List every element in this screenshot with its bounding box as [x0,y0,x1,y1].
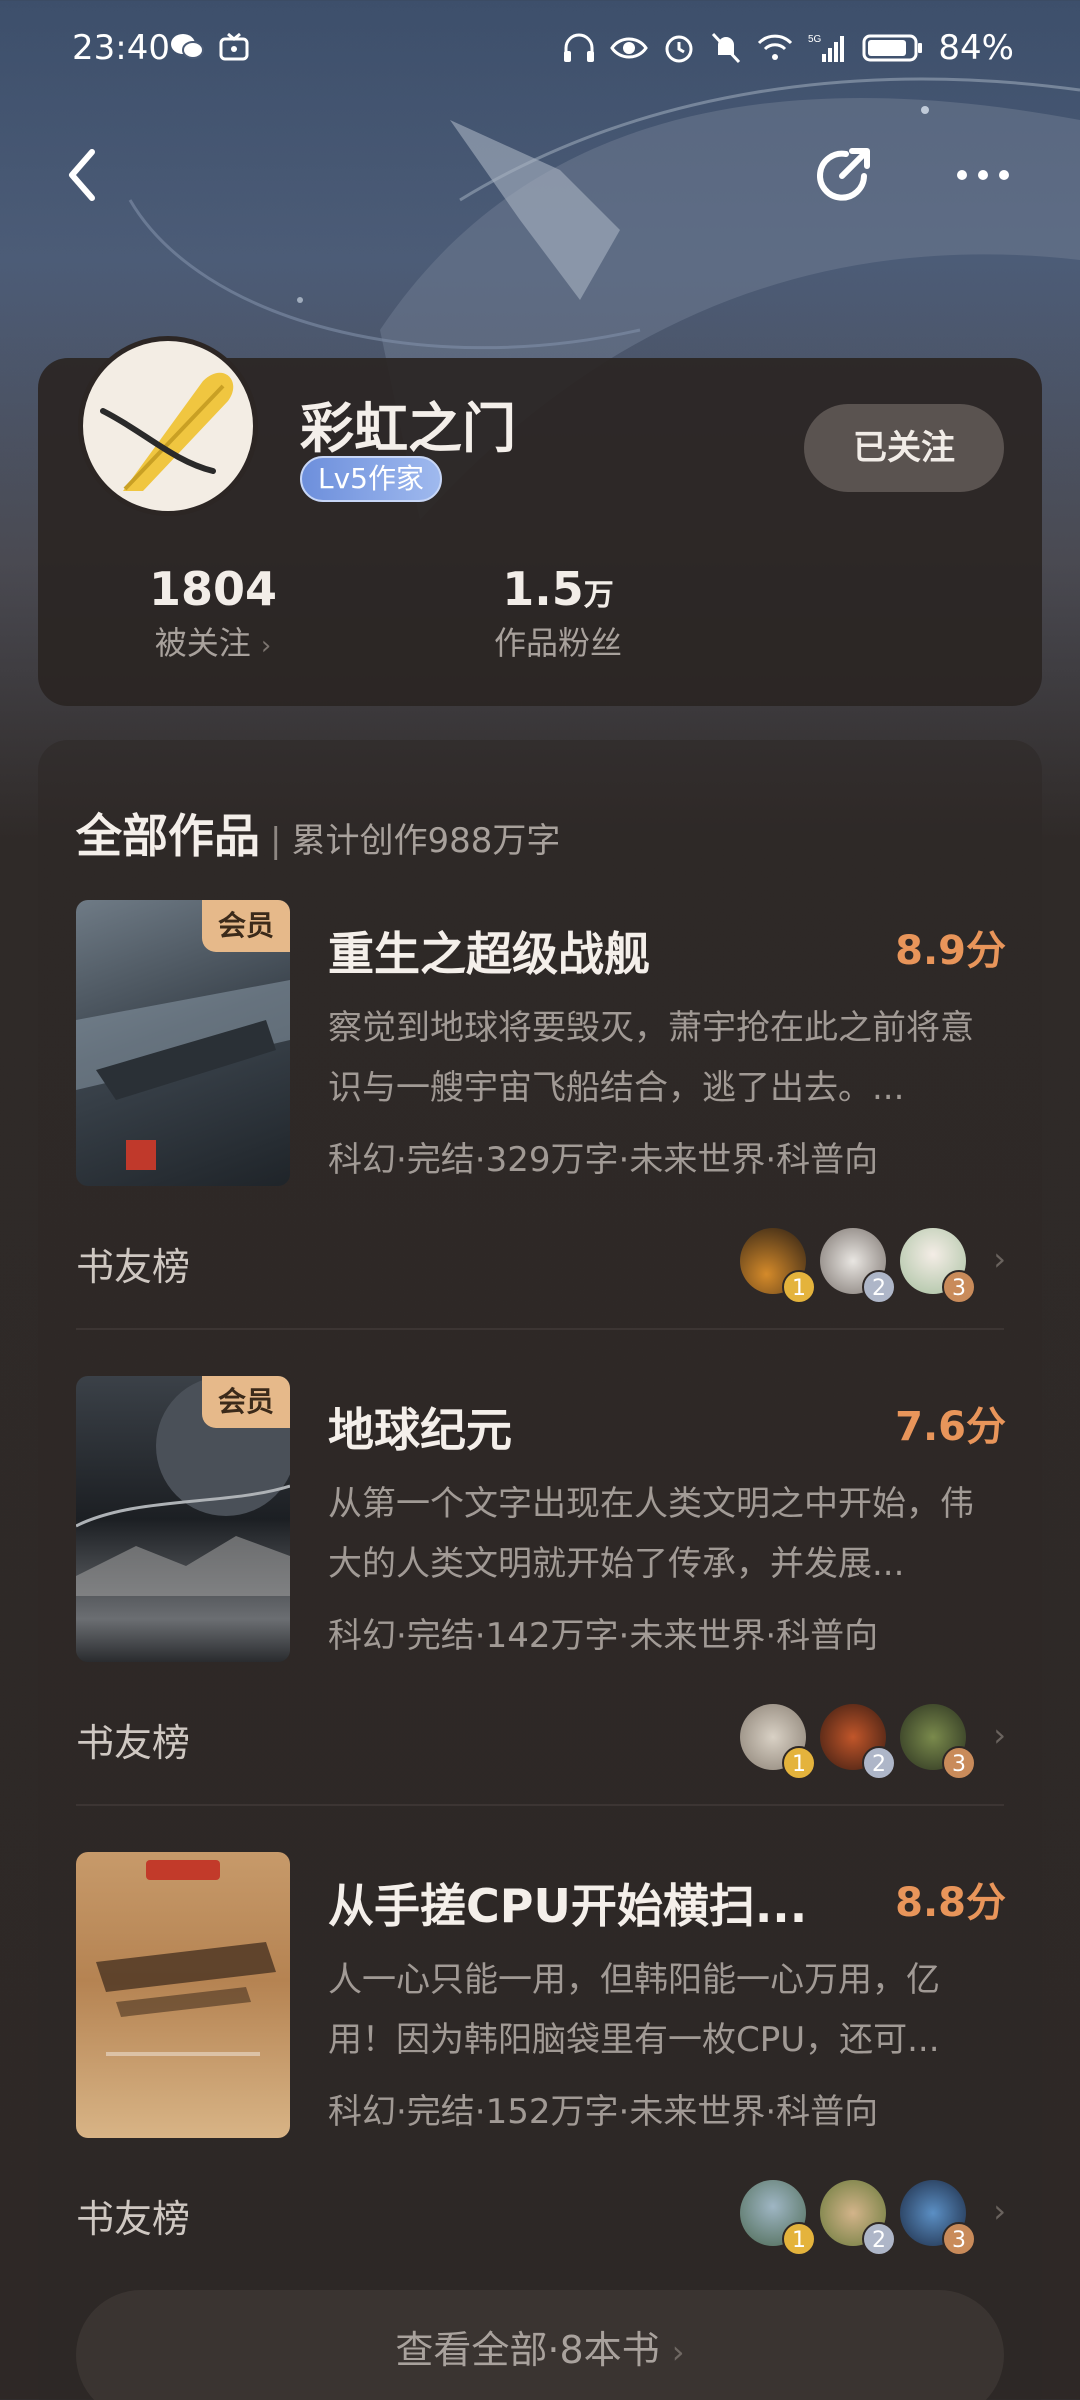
book-cover[interactable]: 会员 [76,900,290,1186]
rank-badge: 2 [862,2222,896,2256]
rank-badge: 3 [942,2222,976,2256]
book-title: 地球纪元 [328,1403,512,1457]
divider [76,1328,1004,1330]
ranking-avatars: 1 2 3 [740,1228,976,1304]
vip-tag: 会员 [202,1376,290,1428]
fan-avatar: 3 [900,2180,976,2256]
reader-ranking-row[interactable]: 书友榜 1 2 3 › [76,1222,1006,1304]
reader-ranking-row[interactable]: 书友榜 1 2 3 › [76,1698,1006,1780]
author-profile-card: 彩虹之门 Lv5作家 已关注 1804 被关注 › 1.5万 作品粉丝 [38,336,1042,706]
level-badge: Lv5作家 [300,456,442,502]
followers-label-text: 被关注 [154,624,251,662]
followers-label: 被关注 › [128,618,298,664]
wechat-icon [171,34,204,59]
book-meta: 科幻·完结·142万字·未来世界·科普向 [328,1616,879,1656]
signal-icon: 5G [808,34,845,62]
mute-icon [712,32,741,64]
reader-ranking-label: 书友榜 [76,1721,191,1765]
rank-badge: 1 [782,1270,816,1304]
status-left-icons [170,32,250,62]
works-title: 全部作品 [76,809,260,863]
book-meta: 科幻·完结·152万字·未来世界·科普向 [328,2092,879,2132]
status-bar: 23:40 5G 84% [0,0,1080,100]
work-fans-unit: 万 [583,578,614,613]
more-icon[interactable] [948,150,1018,200]
works-header: 全部作品 | 累计创作988万字 [76,800,560,866]
fan-avatar: 2 [820,1228,896,1304]
reader-ranking-row[interactable]: 书友榜 1 2 3 › [76,2174,1006,2256]
followed-button[interactable]: 已关注 [804,404,1004,492]
battery-percentage: 84% [938,28,1014,68]
chevron-right-icon: › [993,1716,1006,1754]
author-name: 彩虹之门 [300,397,516,460]
book-title: 重生之超级战舰 [328,927,650,981]
view-all-label: 查看全部·8本书 [395,2328,660,2372]
fan-avatar: 1 [740,1704,816,1780]
rank-badge: 1 [782,1746,816,1780]
work-fans-value: 1.5 [502,562,584,616]
divider [76,1804,1004,1806]
chevron-right-icon: › [671,2333,685,2371]
tv-app-icon [219,32,249,61]
cover-art [96,1860,276,2056]
author-avatar[interactable] [78,336,258,516]
battery-icon [862,34,923,62]
fan-avatar: 1 [740,2180,816,2256]
fan-avatar: 3 [900,1704,976,1780]
book-title: 从手搓CPU开始横扫... [328,1879,808,1933]
chevron-right-icon: › [993,2192,1006,2230]
status-time: 23:40 [72,28,170,68]
book-meta: 科幻·完结·329万字·未来世界·科普向 [328,1140,879,1180]
fan-avatar: 2 [820,2180,896,2256]
ranking-avatars: 1 2 3 [740,1704,976,1780]
wifi-icon [758,34,793,60]
rank-badge: 3 [942,1270,976,1304]
headphones-icon [564,33,595,62]
book-score: 8.9分 [895,928,1006,974]
svg-text:5G: 5G [808,34,822,45]
ranking-avatars: 1 2 3 [740,2180,976,2256]
book-item[interactable]: 从手搓CPU开始横扫... 8.8分 人一心只能一用，但韩阳能一心万用，亿用！因… [76,1852,1006,2142]
work-fans-stat: 1.5万 作品粉丝 [458,562,658,664]
fan-avatar: 3 [900,1228,976,1304]
works-total-words: 累计创作988万字 [291,821,561,861]
chevron-right-icon: › [260,631,272,661]
book-item[interactable]: 会员 地球纪元 7.6分 从第一个文字出现在人类文明之中开始，伟大的人类文明就开… [76,1376,1006,1666]
rank-badge: 1 [782,2222,816,2256]
vip-tag: 会员 [202,900,290,952]
followers-count: 1804 [148,562,278,616]
book-description: 从第一个文字出现在人类文明之中开始，伟大的人类文明就开始了传承，并发展... [328,1484,974,1584]
fan-avatar: 2 [820,1704,896,1780]
work-fans-count: 1.5万 [458,562,658,616]
back-arrow-icon[interactable] [56,140,116,210]
eye-icon [610,37,649,59]
works-separator: | [270,821,282,861]
book-description: 察觉到地球将要毁灭，萧宇抢在此之前将意识与一艘宇宙飞船结合，逃了出去。... [328,1008,974,1108]
rank-badge: 2 [862,1270,896,1304]
chevron-right-icon: › [993,1240,1006,1278]
rank-badge: 2 [862,1746,896,1780]
reader-ranking-label: 书友榜 [76,2197,191,2241]
status-right-icons: 5G 84% [562,28,1014,68]
reader-ranking-label: 书友榜 [76,1245,191,1289]
rank-badge: 3 [942,1746,976,1780]
quill-pen-icon [100,372,234,491]
followers-stat[interactable]: 1804 被关注 › [128,562,298,664]
book-score: 7.6分 [895,1404,1006,1450]
work-fans-label: 作品粉丝 [493,624,622,662]
book-score: 8.8分 [895,1880,1006,1926]
share-icon[interactable] [808,140,878,210]
view-all-books-button[interactable]: 查看全部·8本书 › [76,2290,1004,2400]
book-cover[interactable]: 会员 [76,1376,290,1662]
book-cover[interactable] [76,1852,290,2138]
book-item[interactable]: 会员 重生之超级战舰 8.9分 察觉到地球将要毁灭，萧宇抢在此之前将意识与一艘宇… [76,900,1006,1190]
book-description: 人一心只能一用，但韩阳能一心万用，亿用！因为韩阳脑袋里有一枚CPU，还可... [328,1960,940,2060]
alarm-icon [665,35,693,63]
fan-avatar: 1 [740,1228,816,1304]
